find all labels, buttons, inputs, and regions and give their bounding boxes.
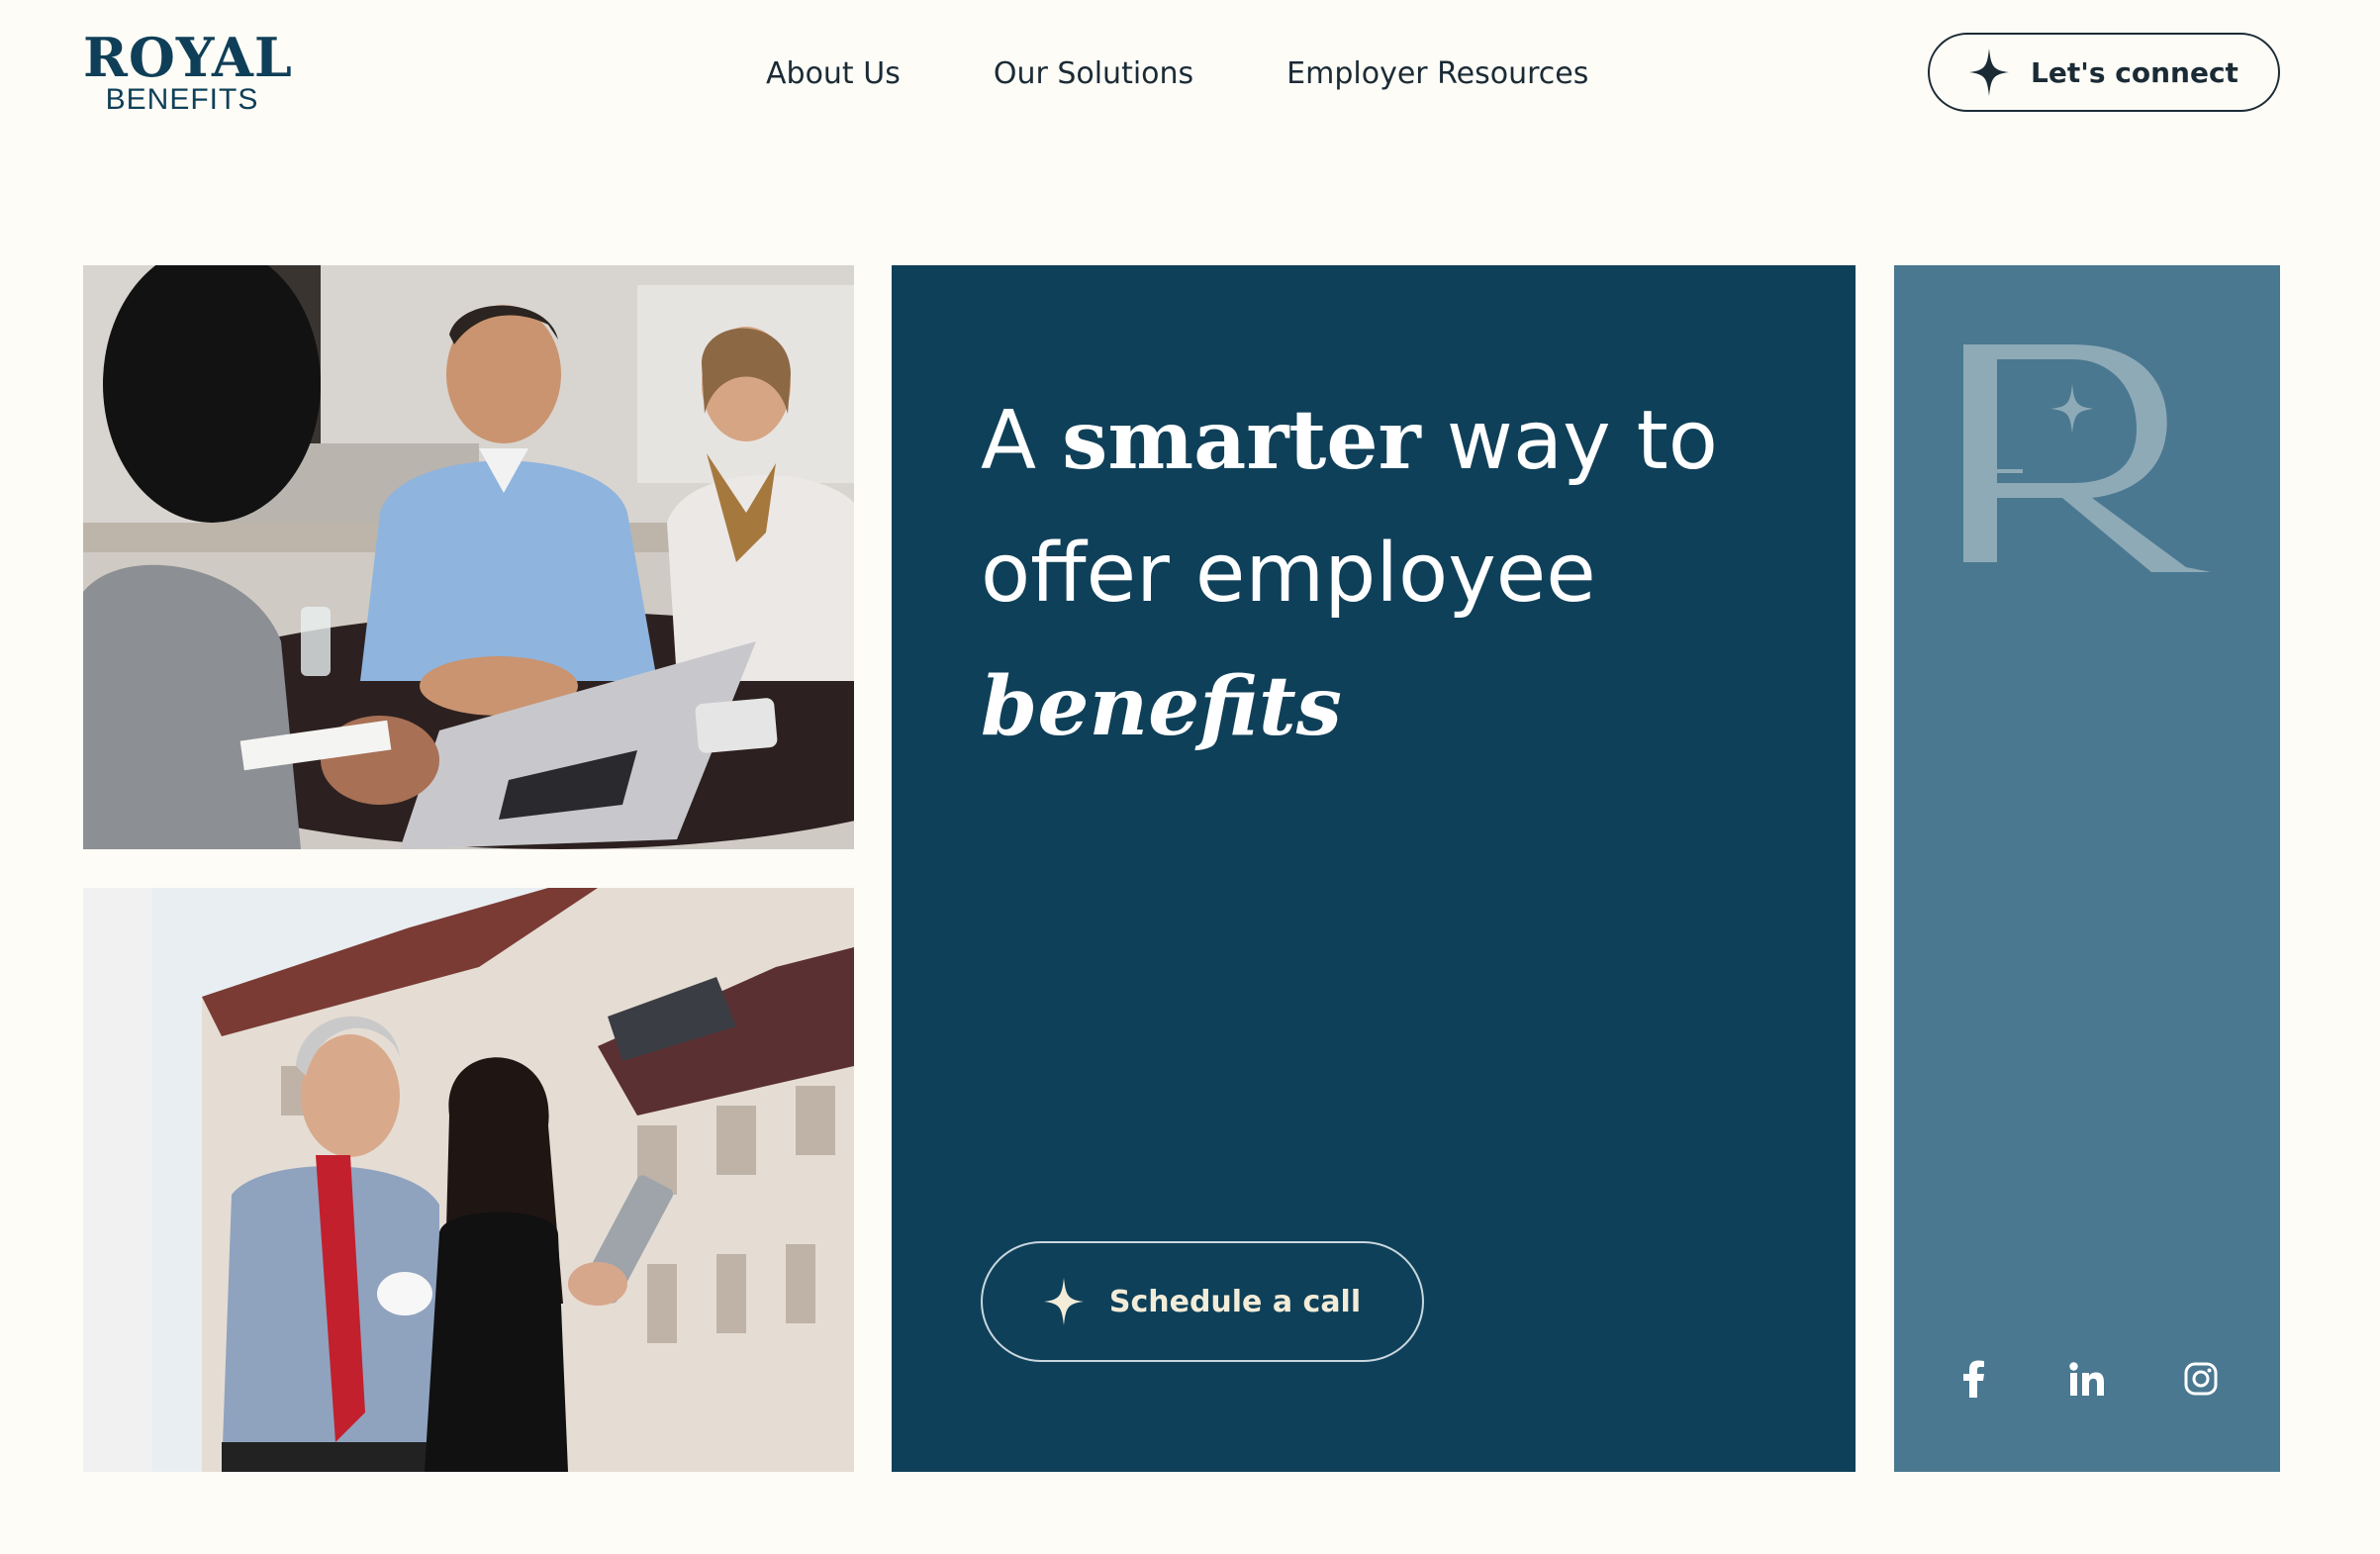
facebook-icon[interactable] (1953, 1359, 1993, 1399)
headline-part-1: A (981, 394, 1063, 488)
linkedin-icon[interactable] (2067, 1359, 2107, 1399)
headline-emphasis-benefits: benefits (981, 659, 1342, 754)
lets-connect-button[interactable]: Let's connect (1928, 33, 2280, 112)
sparkle-icon (1043, 1278, 1084, 1325)
headline-emphasis-smarter: smarter (1062, 393, 1421, 488)
office-meeting-photo (83, 265, 854, 849)
schedule-a-call-label: Schedule a call (1108, 1284, 1362, 1319)
brand-side-panel (1894, 265, 2280, 1472)
balcony-conversation-photo (83, 888, 854, 1472)
lets-connect-label: Let's connect (2031, 55, 2238, 89)
nav-item-about-us[interactable]: About Us (766, 56, 901, 91)
site-header: ROYAL BENEFITS About Us Our Solutions Em… (0, 0, 2380, 148)
logo-wordmark-bottom: BENEFITS (105, 83, 259, 116)
nav-item-employer-resources[interactable]: Employer Resources (1286, 56, 1588, 91)
social-links (1953, 1354, 2221, 1404)
schedule-a-call-button[interactable]: Schedule a call (981, 1241, 1424, 1362)
nav-item-our-solutions[interactable]: Our Solutions (994, 56, 1193, 91)
hero-headline: A smarter way to offer employee benefits (981, 374, 1792, 774)
logo-wordmark-top: ROYAL (83, 26, 293, 89)
instagram-icon[interactable] (2181, 1359, 2221, 1399)
sparkle-icon (1969, 49, 2010, 96)
hero-panel: A smarter way to offer employee benefits… (892, 265, 1856, 1472)
main-nav: About Us Our Solutions Employer Resource… (766, 51, 1588, 95)
royal-benefits-logo[interactable]: ROYAL BENEFITS (83, 26, 293, 119)
r-monogram-icon (1963, 344, 2211, 572)
